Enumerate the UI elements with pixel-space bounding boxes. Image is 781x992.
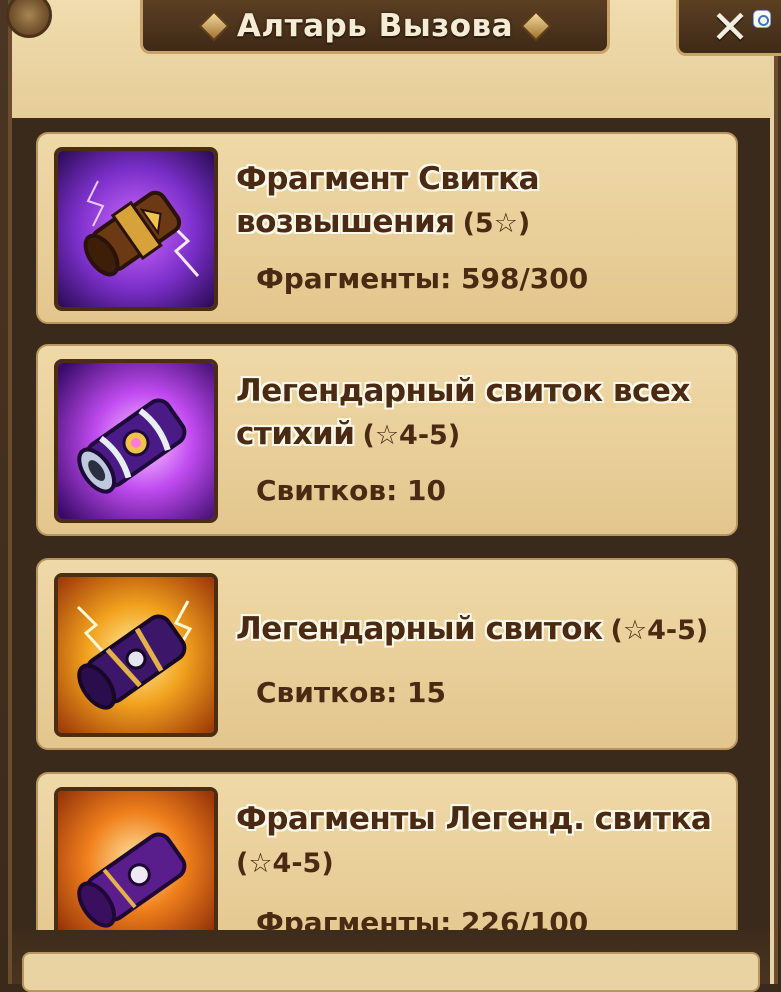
item-title: Фрагменты Легенд. свитка (☆4-5) — [236, 798, 736, 885]
summon-item-list[interactable]: Фрагмент Свитка возвышения (5☆) Фрагменты… — [12, 118, 770, 930]
item-count: Фрагменты: 598/300 — [256, 262, 589, 295]
corner-ornament-icon — [6, 0, 52, 38]
title-plate: Алтарь Вызова — [140, 0, 610, 54]
item-count: Фрагменты: 226/100 — [256, 906, 589, 930]
lens-overlay-icon[interactable] — [753, 10, 771, 28]
list-item-legendary-fragment[interactable]: Фрагменты Легенд. свитка (☆4-5) Фрагменты… — [36, 772, 738, 930]
item-title: Легендарный свиток (☆4-5) — [236, 608, 736, 652]
item-title: Фрагмент Свитка возвышения (5☆) — [236, 158, 736, 245]
transcendence-scroll-icon — [54, 147, 218, 311]
item-count: Свитков: 10 — [256, 474, 446, 507]
right-gem-icon — [520, 9, 552, 42]
left-gem-icon — [198, 9, 230, 42]
close-button[interactable]: ✕ — [676, 0, 781, 56]
list-item-legendary-all-attribute[interactable]: Легендарный свиток всех стихий (☆4-5) Сви… — [36, 344, 738, 536]
page-title: Алтарь Вызова — [236, 7, 514, 44]
item-count: Свитков: 15 — [256, 676, 446, 709]
list-item-legendary-scroll[interactable]: Легендарный свиток (☆4-5) Свитков: 15 — [36, 558, 738, 750]
item-grade: (☆4-5) — [610, 615, 709, 646]
item-name: Фрагменты Легенд. свитка — [236, 801, 712, 837]
legendary-scroll-icon — [54, 573, 218, 737]
item-grade: (☆4-5) — [362, 420, 461, 451]
legendary-scroll-fragment-icon — [54, 787, 218, 930]
game-window: Алтарь Вызова ✕ Фрагмент Свитка возвышен… — [0, 0, 781, 992]
close-icon: ✕ — [710, 0, 750, 54]
list-item-transcendence-fragment[interactable]: Фрагмент Свитка возвышения (5☆) Фрагменты… — [36, 132, 738, 324]
bottom-bar — [12, 930, 770, 992]
legendary-all-attribute-scroll-icon — [54, 359, 218, 523]
item-grade: (☆4-5) — [236, 848, 334, 879]
item-name: Легендарный свиток — [236, 611, 603, 647]
item-name: Легендарный свиток всех стихий — [236, 373, 690, 452]
item-title: Легендарный свиток всех стихий (☆4-5) — [236, 370, 736, 457]
item-grade: (5☆) — [462, 208, 531, 239]
bottom-panel — [22, 952, 760, 992]
